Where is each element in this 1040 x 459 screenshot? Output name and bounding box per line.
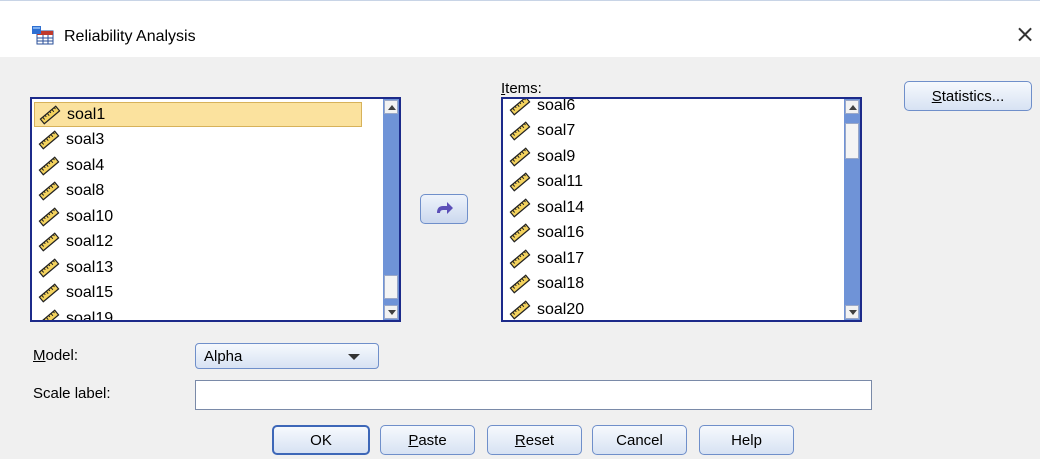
model-label-text: odel: xyxy=(45,347,79,364)
scale-label-input[interactable] xyxy=(195,380,872,410)
items-label-text: tems: xyxy=(505,80,542,97)
items-list-items: soal6 soal7 soal9 soal11 soal14 soal16 soal17 s… xyxy=(503,99,844,320)
list-item[interactable]: soal3 xyxy=(34,128,104,153)
statistics-button[interactable]: Statistics... xyxy=(904,81,1032,111)
list-item[interactable]: soal20 xyxy=(505,297,584,320)
close-button[interactable]: × xyxy=(1010,19,1040,49)
chevron-up-icon xyxy=(849,105,857,110)
scale-ruler-icon xyxy=(509,121,531,141)
list-item[interactable]: soal16 xyxy=(505,221,584,246)
list-item[interactable]: soal12 xyxy=(34,230,113,255)
scale-label-label: Scale label: xyxy=(33,385,111,402)
scale-ruler-icon xyxy=(509,274,531,294)
help-button[interactable]: Help xyxy=(699,425,794,455)
scroll-down-button[interactable] xyxy=(845,305,859,319)
scale-ruler-icon xyxy=(39,104,61,125)
list-item[interactable]: soal14 xyxy=(505,195,584,220)
list-item-label: soal7 xyxy=(537,122,576,139)
scale-ruler-icon xyxy=(509,299,531,320)
list-item-label: soal6 xyxy=(537,99,576,114)
list-item-label: soal17 xyxy=(537,249,585,267)
list-item-label: soal9 xyxy=(537,147,576,165)
list-item-label: soal11 xyxy=(537,173,583,190)
items-list-scrollbar[interactable] xyxy=(844,99,860,320)
statistics-mnemonic: S xyxy=(931,87,942,105)
model-select[interactable]: Alpha xyxy=(195,343,379,369)
list-item[interactable]: soal4 xyxy=(34,153,104,178)
list-item[interactable]: soal10 xyxy=(34,204,113,229)
paste-mnemonic: P xyxy=(408,431,419,449)
scale-ruler-icon xyxy=(38,283,60,303)
chevron-up-icon xyxy=(388,105,396,110)
scale-ruler-icon xyxy=(38,130,60,150)
list-item-label: soal16 xyxy=(537,224,585,241)
arrow-right-icon xyxy=(437,202,453,214)
list-item-label: soal1 xyxy=(67,105,106,123)
list-item[interactable]: soal11 xyxy=(505,170,583,195)
scale-ruler-icon xyxy=(509,146,531,167)
source-list-scrollbar[interactable] xyxy=(383,99,399,320)
list-item[interactable]: soal9 xyxy=(505,144,575,169)
paste-button[interactable]: Paste xyxy=(380,425,475,455)
scale-ruler-icon xyxy=(509,99,531,116)
scale-ruler-icon xyxy=(38,257,60,278)
chevron-down-icon xyxy=(388,310,396,315)
paste-label: aste xyxy=(418,431,447,449)
title-bar[interactable]: Reliability Analysis × xyxy=(0,1,1040,57)
cancel-button[interactable]: Cancel xyxy=(592,425,687,455)
list-item[interactable]: soal17 xyxy=(505,246,584,271)
scale-ruler-icon xyxy=(509,248,531,269)
ok-button[interactable]: OK xyxy=(272,425,370,455)
list-item[interactable]: soal7 xyxy=(505,119,575,144)
window-title: Reliability Analysis xyxy=(64,28,196,45)
move-to-items-button[interactable] xyxy=(420,194,468,224)
scroll-thumb[interactable] xyxy=(384,275,398,299)
reset-label: eset xyxy=(525,431,555,449)
spss-table-icon xyxy=(32,26,54,45)
chevron-down-icon xyxy=(348,354,360,360)
list-item[interactable]: soal15 xyxy=(34,281,113,306)
scale-ruler-icon xyxy=(509,197,531,218)
list-item-label: soal8 xyxy=(66,182,105,199)
chevron-down-icon xyxy=(849,310,857,315)
list-item[interactable]: soal18 xyxy=(505,272,584,297)
items-label: Items: xyxy=(501,80,542,97)
list-item-label: soal4 xyxy=(66,156,105,174)
scroll-up-button[interactable] xyxy=(384,100,398,114)
list-item-label: soal13 xyxy=(66,258,114,276)
list-item-label: soal10 xyxy=(66,207,114,225)
list-item[interactable]: soal1 xyxy=(34,102,362,127)
items-list[interactable]: soal6 soal7 soal9 soal11 soal14 soal16 soal17 s… xyxy=(501,97,862,322)
list-item-label: soal15 xyxy=(66,284,114,301)
scroll-up-button[interactable] xyxy=(845,100,859,114)
scale-ruler-icon xyxy=(38,232,60,252)
scale-ruler-icon xyxy=(509,223,531,243)
scroll-thumb[interactable] xyxy=(845,123,859,159)
scale-ruler-icon xyxy=(38,155,60,176)
statistics-label: tatistics... xyxy=(941,87,1005,105)
model-label: Model: xyxy=(33,347,78,364)
list-item-label: soal19 xyxy=(66,309,114,321)
scale-ruler-icon xyxy=(509,172,531,192)
list-item[interactable]: soal8 xyxy=(34,179,104,204)
source-list-items: soal1 soal3 soal4 soal8 soal10 soal12 soal13 so… xyxy=(32,99,383,320)
list-item-label: soal14 xyxy=(537,198,585,216)
list-item-label: soal20 xyxy=(537,300,585,318)
model-select-value: Alpha xyxy=(204,348,243,365)
source-variable-list[interactable]: soal1 soal3 soal4 soal8 soal10 soal12 soal13 so… xyxy=(30,97,401,322)
list-item[interactable]: soal13 xyxy=(34,255,113,280)
list-item[interactable]: soal6 xyxy=(505,99,575,118)
list-item-label: soal18 xyxy=(537,275,585,292)
scale-ruler-icon xyxy=(38,308,60,320)
model-label-mnemonic: M xyxy=(33,347,46,364)
scale-ruler-icon xyxy=(38,181,60,201)
list-item-label: soal12 xyxy=(66,233,114,250)
reset-mnemonic: R xyxy=(514,431,526,449)
list-item-label: soal3 xyxy=(66,131,105,148)
reset-button[interactable]: Reset xyxy=(487,425,582,455)
scale-ruler-icon xyxy=(38,206,60,227)
scroll-down-button[interactable] xyxy=(384,305,398,319)
list-item[interactable]: soal19 xyxy=(34,306,113,320)
